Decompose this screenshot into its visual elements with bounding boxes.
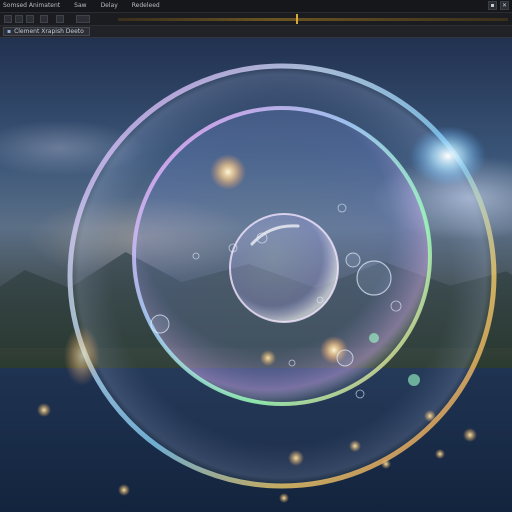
play-icon[interactable] [4, 15, 12, 23]
small-bubble [336, 349, 354, 367]
bokeh-light [463, 428, 477, 442]
record-icon[interactable] [26, 15, 34, 23]
bokeh-light [279, 493, 289, 503]
bokeh-light [118, 484, 130, 496]
small-bubble [345, 252, 361, 268]
menu-item-delay[interactable]: Delay [101, 0, 118, 12]
minimize-icon[interactable]: ▪ [488, 1, 497, 10]
tab-scene[interactable]: ▪ Clement Xrapish Deeto [3, 27, 90, 36]
timeline-playhead[interactable] [296, 14, 298, 24]
bokeh-light [349, 440, 361, 452]
light-spot [210, 154, 246, 190]
timeline-track[interactable] [118, 18, 508, 21]
menu-item-saw[interactable]: Saw [74, 0, 86, 12]
frame-icon[interactable] [40, 15, 48, 23]
bokeh-light [408, 374, 420, 386]
rim-highlight [410, 126, 486, 186]
tab-bar: ▪ Clement Xrapish Deeto [0, 26, 512, 38]
small-bubble [356, 260, 392, 296]
layout-dropdown-icon[interactable] [76, 15, 90, 23]
render-viewport[interactable] [0, 38, 512, 512]
rim-glow-left [64, 326, 100, 386]
light-spot [260, 350, 276, 366]
menu-item-redeleed[interactable]: Redeleed [132, 0, 160, 12]
small-bubble [150, 314, 170, 334]
scene-icon: ▪ [7, 28, 12, 35]
bubble-scene [37, 63, 497, 503]
menu-item-somsed-animatent[interactable]: Somsed Animatent [3, 0, 60, 12]
tab-label: Clement Xrapish Deeto [14, 28, 84, 35]
close-icon[interactable]: ✕ [500, 1, 509, 10]
bokeh-light [424, 410, 436, 422]
bokeh-light [369, 333, 379, 343]
grid-icon[interactable] [56, 15, 64, 23]
bokeh-light [37, 403, 51, 417]
menu-bar: Somsed Animatent Saw Delay Redeleed ▪ ✕ [0, 0, 512, 13]
stop-icon[interactable] [15, 15, 23, 23]
bokeh-light [288, 450, 304, 466]
bokeh-light [381, 459, 391, 469]
toolbar [0, 13, 512, 26]
bokeh-light [435, 449, 445, 459]
